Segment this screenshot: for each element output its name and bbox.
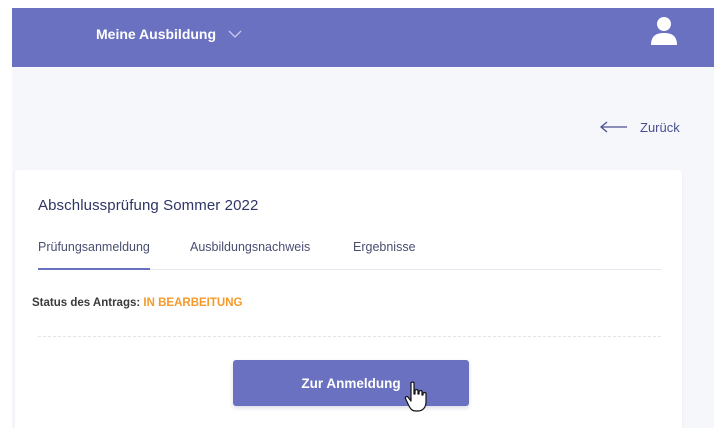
main-menu-label: Meine Ausbildung bbox=[96, 26, 217, 42]
app-frame: Meine Ausbildung Zurück Abschlussprüfung… bbox=[12, 8, 714, 428]
tab-ergebnisse[interactable]: Ergebnisse bbox=[353, 240, 416, 270]
tab-pruefungsanmeldung[interactable]: Prüfungsanmeldung bbox=[38, 240, 150, 270]
tab-ausbildungsnachweis[interactable]: Ausbildungsnachweis bbox=[190, 240, 310, 270]
card-title: Abschlussprüfung Sommer 2022 bbox=[38, 197, 259, 214]
zur-anmeldung-button[interactable]: Zur Anmeldung bbox=[233, 360, 469, 406]
tab-bar: Prüfungsanmeldung Ausbildungsnachweis Er… bbox=[38, 240, 661, 270]
arrow-left-icon bbox=[600, 121, 627, 133]
hand-pointer-icon bbox=[404, 381, 427, 412]
status-badge: IN BEARBEITUNG bbox=[143, 297, 243, 309]
main-menu-dropdown[interactable]: Meine Ausbildung bbox=[96, 22, 242, 46]
top-navigation-bar: Meine Ausbildung bbox=[12, 8, 714, 67]
exam-card: Abschlussprüfung Sommer 2022 Prüfungsanm… bbox=[15, 170, 682, 428]
chevron-down-icon bbox=[228, 30, 242, 38]
application-status: Status des Antrags: IN BEARBEITUNG bbox=[32, 297, 242, 309]
divider bbox=[38, 336, 661, 337]
status-label: Status des Antrags: bbox=[32, 297, 141, 309]
user-icon[interactable] bbox=[650, 16, 678, 46]
back-link[interactable]: Zurück bbox=[600, 117, 680, 137]
back-label: Zurück bbox=[640, 119, 680, 135]
